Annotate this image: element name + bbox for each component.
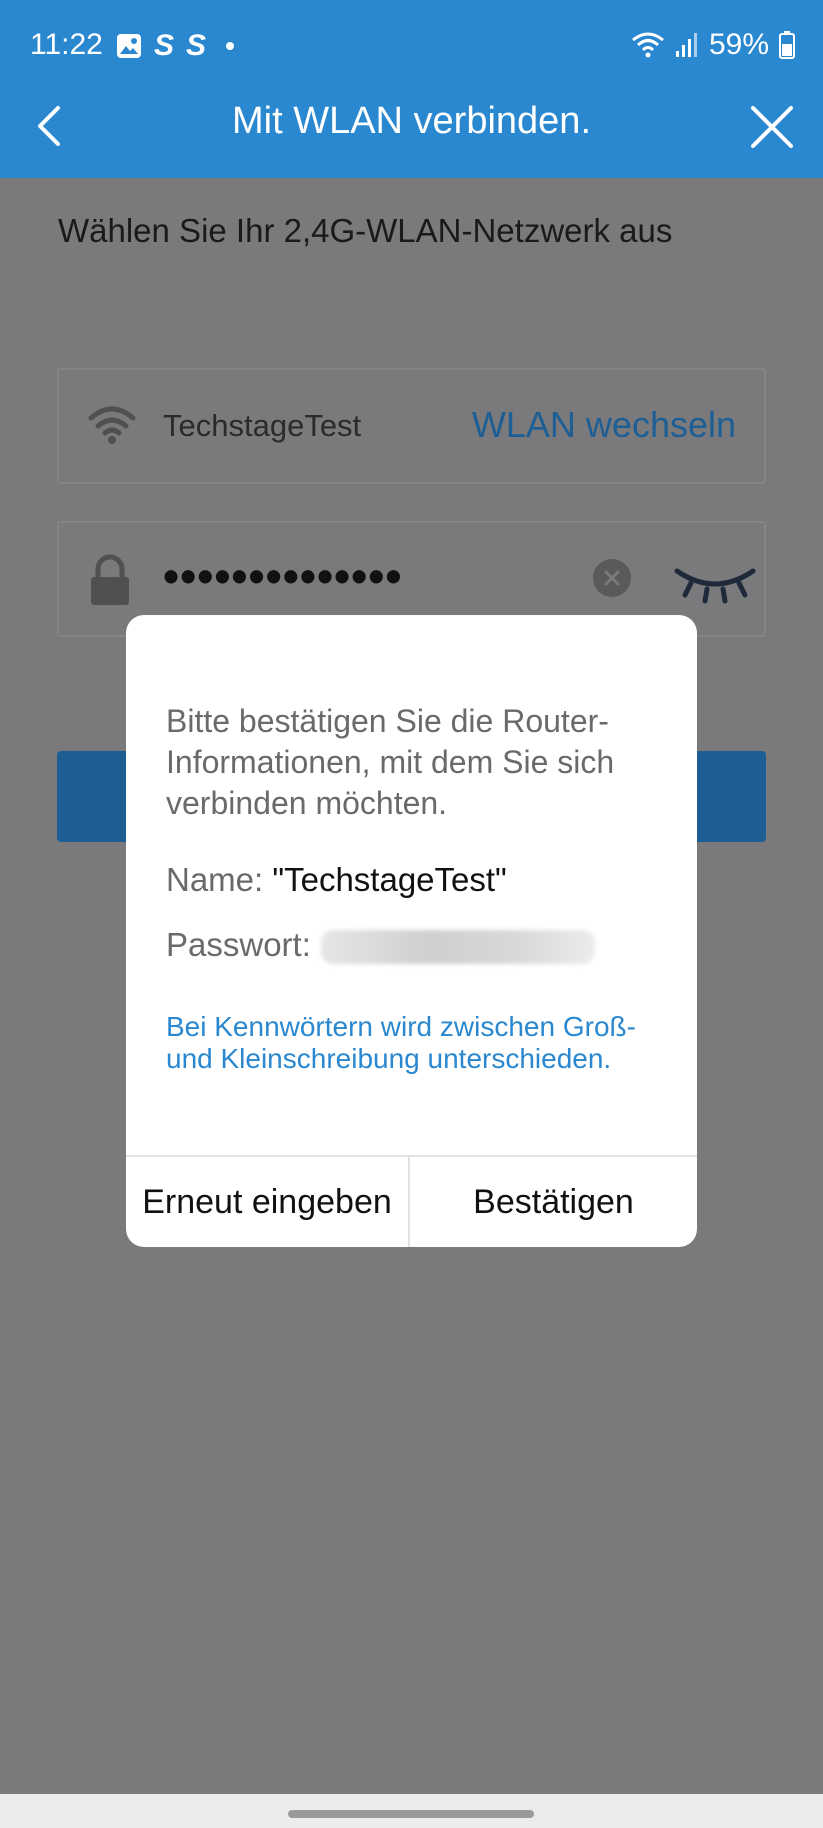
battery-icon <box>779 31 795 59</box>
status-time: 11:22 <box>30 28 103 61</box>
home-handle[interactable] <box>288 1810 534 1818</box>
battery-percent: 59% <box>708 28 769 61</box>
status-bar: 11:22 S S 59% <box>0 0 823 92</box>
signal-icon <box>675 33 697 57</box>
status-system-icons: 59% <box>631 28 795 62</box>
ssid-field[interactable]: TechstageTest WLAN wechseln <box>57 368 766 484</box>
app-bar: Mit WLAN verbinden. <box>0 92 823 178</box>
gallery-icon <box>117 34 141 58</box>
dialog-message: Bitte bestätigen Sie die Router-Informat… <box>166 703 615 821</box>
wifi-icon <box>632 32 664 58</box>
page-title: Mit WLAN verbinden. <box>231 100 591 142</box>
dialog-password-label: Passwort: <box>166 926 311 963</box>
dialog-name-label: Name: <box>166 861 264 898</box>
dialog-password-blurred <box>320 930 595 965</box>
close-button[interactable] <box>747 98 797 154</box>
confirm-button[interactable]: Bestätigen <box>410 1157 697 1247</box>
s-app-icon: S <box>154 29 175 62</box>
password-input[interactable]: •••••••••••••• <box>163 549 402 603</box>
ssid-value: TechstageTest <box>163 408 362 443</box>
dialog-case-note: Bei Kennwörtern wird zwischen Groß- und … <box>166 1011 636 1074</box>
lock-icon <box>91 554 129 605</box>
clear-icon[interactable] <box>593 559 631 597</box>
dialog-name-row: Name: "TechstageTest" <box>166 861 507 899</box>
system-nav-bar <box>0 1794 823 1828</box>
reenter-button[interactable]: Erneut eingeben <box>126 1157 408 1247</box>
status-notification-icons: S S <box>116 29 235 62</box>
instruction-text: Wählen Sie Ihr 2,4G-WLAN-Netzwerk aus <box>58 212 673 249</box>
dialog-password-row: Passwort: <box>166 926 595 965</box>
switch-wifi-link[interactable]: WLAN wechseln <box>472 404 736 446</box>
wifi-icon <box>88 406 136 444</box>
s-app-icon: S <box>186 29 207 62</box>
dot-icon <box>226 42 235 50</box>
eye-closed-icon[interactable] <box>673 561 757 605</box>
dialog-name-value: "TechstageTest" <box>272 861 507 898</box>
confirm-dialog: Bitte bestätigen Sie die Router-Informat… <box>126 615 697 1247</box>
